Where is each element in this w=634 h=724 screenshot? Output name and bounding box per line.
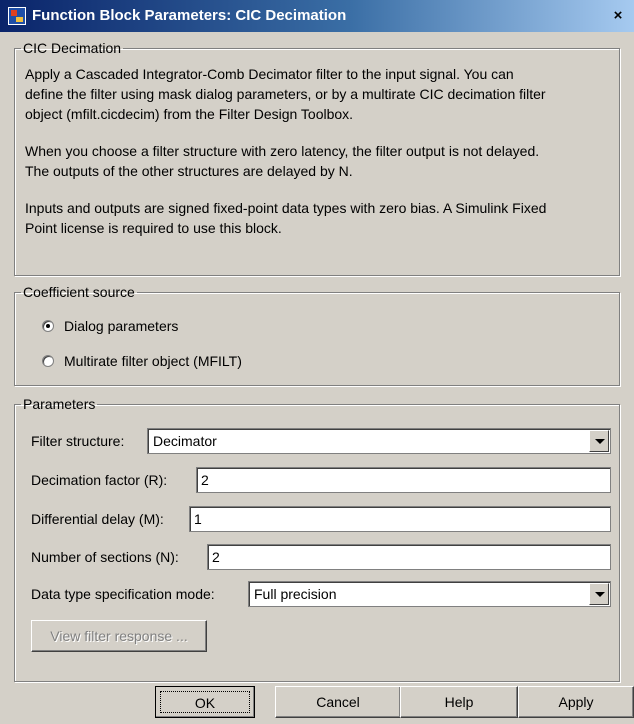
radio-label: Dialog parameters [64, 318, 179, 334]
description-legend: CIC Decimation [23, 40, 122, 56]
description-line: Inputs and outputs are signed fixed-poin… [25, 200, 547, 216]
ok-button-label: OK [160, 691, 250, 713]
chevron-down-icon[interactable] [589, 583, 609, 605]
description-line: Apply a Cascaded Integrator-Comb Decimat… [25, 66, 514, 82]
ok-button[interactable]: OK [155, 686, 255, 718]
data-type-mode-label: Data type specification mode: [31, 586, 215, 602]
radio-button[interactable] [42, 355, 54, 367]
differential-delay-input[interactable]: 1 [189, 506, 611, 532]
radio-multirate-filter-object[interactable]: Multirate filter object (MFILT) [42, 351, 242, 371]
description-line: object (mfilt.cicdecim) from the Filter … [25, 106, 354, 122]
differential-delay-label: Differential delay (M): [31, 511, 164, 527]
chevron-down-icon[interactable] [589, 430, 609, 452]
filter-structure-label: Filter structure: [31, 433, 125, 449]
number-of-sections-input[interactable]: 2 [207, 544, 611, 570]
description-line: The outputs of the other structures are … [25, 163, 353, 179]
cancel-button[interactable]: Cancel [275, 686, 401, 718]
radio-button-checked[interactable] [42, 320, 54, 332]
description-line: When you choose a filter structure with … [25, 143, 540, 159]
radio-label: Multirate filter object (MFILT) [64, 353, 242, 369]
data-type-mode-value: Full precision [254, 586, 337, 602]
data-type-mode-select[interactable]: Full precision [248, 581, 611, 607]
radio-dialog-parameters[interactable]: Dialog parameters [42, 316, 178, 336]
coefficient-source-legend: Coefficient source [23, 284, 135, 300]
apply-button[interactable]: Apply [518, 686, 634, 718]
filter-structure-select[interactable]: Decimator [147, 428, 611, 454]
description-line: define the filter using mask dialog para… [25, 86, 546, 102]
window-title: Function Block Parameters: CIC Decimatio… [32, 7, 347, 24]
parameters-legend: Parameters [23, 396, 96, 412]
view-filter-response-button[interactable]: View filter response ... [31, 620, 207, 652]
number-of-sections-label: Number of sections (N): [31, 549, 179, 565]
close-icon[interactable]: × [608, 7, 628, 25]
decimation-factor-input[interactable]: 2 [196, 467, 611, 493]
decimation-factor-label: Decimation factor (R): [31, 472, 168, 488]
simulink-block-icon [8, 7, 26, 25]
title-bar: Function Block Parameters: CIC Decimatio… [0, 0, 634, 32]
filter-structure-value: Decimator [153, 433, 217, 449]
help-button[interactable]: Help [400, 686, 518, 718]
description-line: Point license is required to use this bl… [25, 220, 282, 236]
